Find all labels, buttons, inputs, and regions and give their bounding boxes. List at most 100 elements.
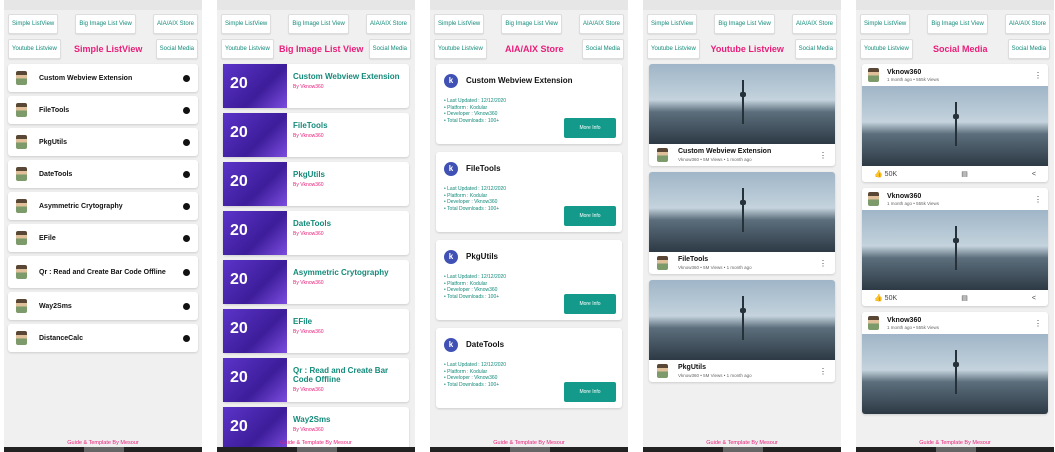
video-title: Custom Webview Extension [678,148,772,155]
more-info-button[interactable]: More Info [564,118,616,138]
more-vert-icon[interactable]: ⋮ [819,367,827,376]
list-item[interactable]: Way2Sms [8,292,198,320]
store-card: k Custom Webview Extension • Last Updated… [436,64,622,144]
tab-simple-listview[interactable]: Simple ListView [434,14,485,34]
author-label: By Vknow360 [293,133,324,139]
tab-aia-aix-store[interactable]: AIA/AIX Store [152,14,198,34]
tab-social-media[interactable]: Social Media [368,39,411,59]
home-pill[interactable] [510,447,550,452]
video-thumbnail[interactable] [649,280,835,360]
list-item[interactable]: FileTools [8,96,198,124]
list-item[interactable]: 20 EFile By Vknow360 [223,309,409,353]
list-item-title: FileTools [293,121,328,130]
info-icon[interactable] [183,268,190,276]
comment-icon[interactable]: ▤ [961,170,968,178]
footer-credit: Guide & Template By Mesour [919,440,991,446]
list-item[interactable]: Custom Webview Extension [8,64,198,92]
more-vert-icon[interactable]: ⋮ [1034,319,1042,328]
video-card[interactable]: PkgUtils Vknow360 • 5M Views • 1 month ag… [649,280,835,382]
list-item-title: DateTools [39,170,73,178]
tab-social-media[interactable]: Social Media [1007,39,1050,59]
list-item[interactable]: EFile [8,224,198,252]
store-card: k DateTools • Last Updated : 12/12/2020 •… [436,328,622,408]
tab-social-media[interactable]: Social Media [581,39,624,59]
tab-youtube-listview[interactable]: Youtube Listview [434,39,487,59]
post-image[interactable] [862,334,1048,414]
tab-youtube-listview[interactable]: Youtube Listview [221,39,274,59]
store-card-title: PkgUtils [466,252,499,262]
phone-aia-aix-store: Simple ListView Big Image List View AIA/… [430,0,628,452]
video-thumbnail[interactable] [649,64,835,144]
info-icon[interactable] [183,202,190,210]
avatar-icon [868,316,879,330]
tab-aia-aix-store[interactable]: AIA/AIX Store [1004,14,1050,34]
tab-simple-listview[interactable]: Simple ListView [860,14,911,34]
footer-credit: Guide & Template By Mesour [67,440,139,446]
tab-big-image-list-view[interactable]: Big Image List View [75,14,136,34]
active-tab-title: Social Media [932,44,988,54]
avatar-icon [16,103,27,117]
home-pill[interactable] [297,447,337,452]
list-item[interactable]: 20 PkgUtils By Vknow360 [223,162,409,206]
list-item[interactable]: 20 DateTools By Vknow360 [223,211,409,255]
tab-aia-aix-store[interactable]: AIA/AIX Store [578,14,624,34]
more-info-button[interactable]: More Info [564,206,616,226]
info-icon[interactable] [183,334,190,342]
list-item[interactable]: Qr : Read and Create Bar Code Offline [8,256,198,288]
more-info-button[interactable]: More Info [564,382,616,402]
thumbnail-image: 20 [223,113,287,157]
info-icon[interactable] [183,170,190,178]
more-info-button[interactable]: More Info [564,294,616,314]
home-pill[interactable] [936,447,976,452]
store-card-title: DateTools [466,340,505,350]
phone-simple-listview: Simple ListView Big Image List View AIA/… [4,0,202,452]
list-item[interactable]: 20 Custom Webview Extension By Vknow360 [223,64,409,108]
info-icon[interactable] [183,138,190,146]
list-item[interactable]: DateTools [8,160,198,188]
tab-big-image-list-view[interactable]: Big Image List View [501,14,562,34]
list-item[interactable]: 20 FileTools By Vknow360 [223,113,409,157]
info-icon[interactable] [183,106,190,114]
tab-youtube-listview[interactable]: Youtube Listview [647,39,700,59]
tab-aia-aix-store[interactable]: AIA/AIX Store [365,14,411,34]
tab-simple-listview[interactable]: Simple ListView [8,14,59,34]
tab-simple-listview[interactable]: Simple ListView [221,14,272,34]
post-image[interactable] [862,86,1048,166]
avatar-icon [16,265,27,279]
tab-social-media[interactable]: Social Media [794,39,837,59]
more-vert-icon[interactable]: ⋮ [819,151,827,160]
tab-aia-aix-store[interactable]: AIA/AIX Store [791,14,837,34]
tab-social-media[interactable]: Social Media [155,39,198,59]
list-item[interactable]: Asymmetric Crytography [8,192,198,220]
tab-youtube-listview[interactable]: Youtube Listview [8,39,61,59]
video-thumbnail[interactable] [649,172,835,252]
comment-icon[interactable]: ▤ [961,294,968,302]
list-item[interactable]: PkgUtils [8,128,198,156]
more-vert-icon[interactable]: ⋮ [1034,71,1042,80]
like-icon[interactable]: 👍 50K [874,294,897,302]
more-vert-icon[interactable]: ⋮ [819,259,827,268]
like-icon[interactable]: 👍 50K [874,170,897,178]
home-pill[interactable] [84,447,124,452]
tab-youtube-listview[interactable]: Youtube Listview [860,39,913,59]
post-subtitle: 1 month ago • 555k Views [887,200,940,206]
tab-big-image-list-view[interactable]: Big Image List View [288,14,349,34]
home-pill[interactable] [723,447,763,452]
video-card[interactable]: Custom Webview Extension Vknow360 • 5M Vi… [649,64,835,166]
list-item[interactable]: 20 Qr : Read and Create Bar Code Offline B… [223,358,409,402]
info-icon[interactable] [183,302,190,310]
tab-simple-listview[interactable]: Simple ListView [647,14,698,34]
post-image[interactable] [862,210,1048,290]
share-icon[interactable]: < [1032,295,1036,302]
thumbnail-image: 20 [223,358,287,402]
avatar-icon [16,231,27,245]
tab-big-image-list-view[interactable]: Big Image List View [927,14,988,34]
info-icon[interactable] [183,234,190,242]
info-icon[interactable] [183,74,190,82]
share-icon[interactable]: < [1032,171,1036,178]
list-item[interactable]: 20 Asymmetric Crytography By Vknow360 [223,260,409,304]
more-vert-icon[interactable]: ⋮ [1034,195,1042,204]
video-card[interactable]: FileTools Vknow360 • 5M Views • 1 month a… [649,172,835,274]
tab-big-image-list-view[interactable]: Big Image List View [714,14,775,34]
list-item[interactable]: DistanceCalc [8,324,198,352]
